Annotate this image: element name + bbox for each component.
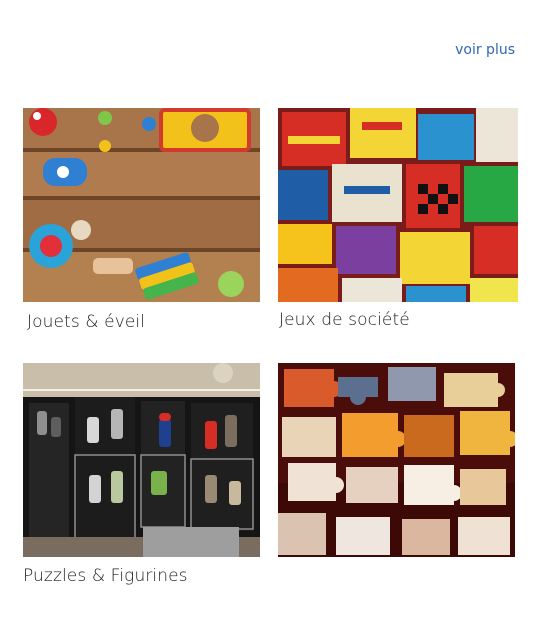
category-card-puzzle-pieces[interactable] <box>278 363 515 557</box>
category-label[interactable]: Jeux de société <box>279 310 410 330</box>
voir-plus-link[interactable]: voir plus <box>455 42 515 58</box>
figurines-image <box>23 363 260 557</box>
category-card-jouets-eveil[interactable] <box>23 108 260 302</box>
category-label[interactable]: Jouets & éveil <box>27 312 145 332</box>
puzzle-pieces-image <box>278 363 515 557</box>
category-card-jeux-de-societe[interactable] <box>278 108 518 302</box>
toys-image <box>23 108 260 302</box>
board-games-image <box>278 108 518 302</box>
category-label[interactable]: Puzzles & Figurines <box>23 566 188 586</box>
category-card-puzzles-figurines[interactable] <box>23 363 260 557</box>
